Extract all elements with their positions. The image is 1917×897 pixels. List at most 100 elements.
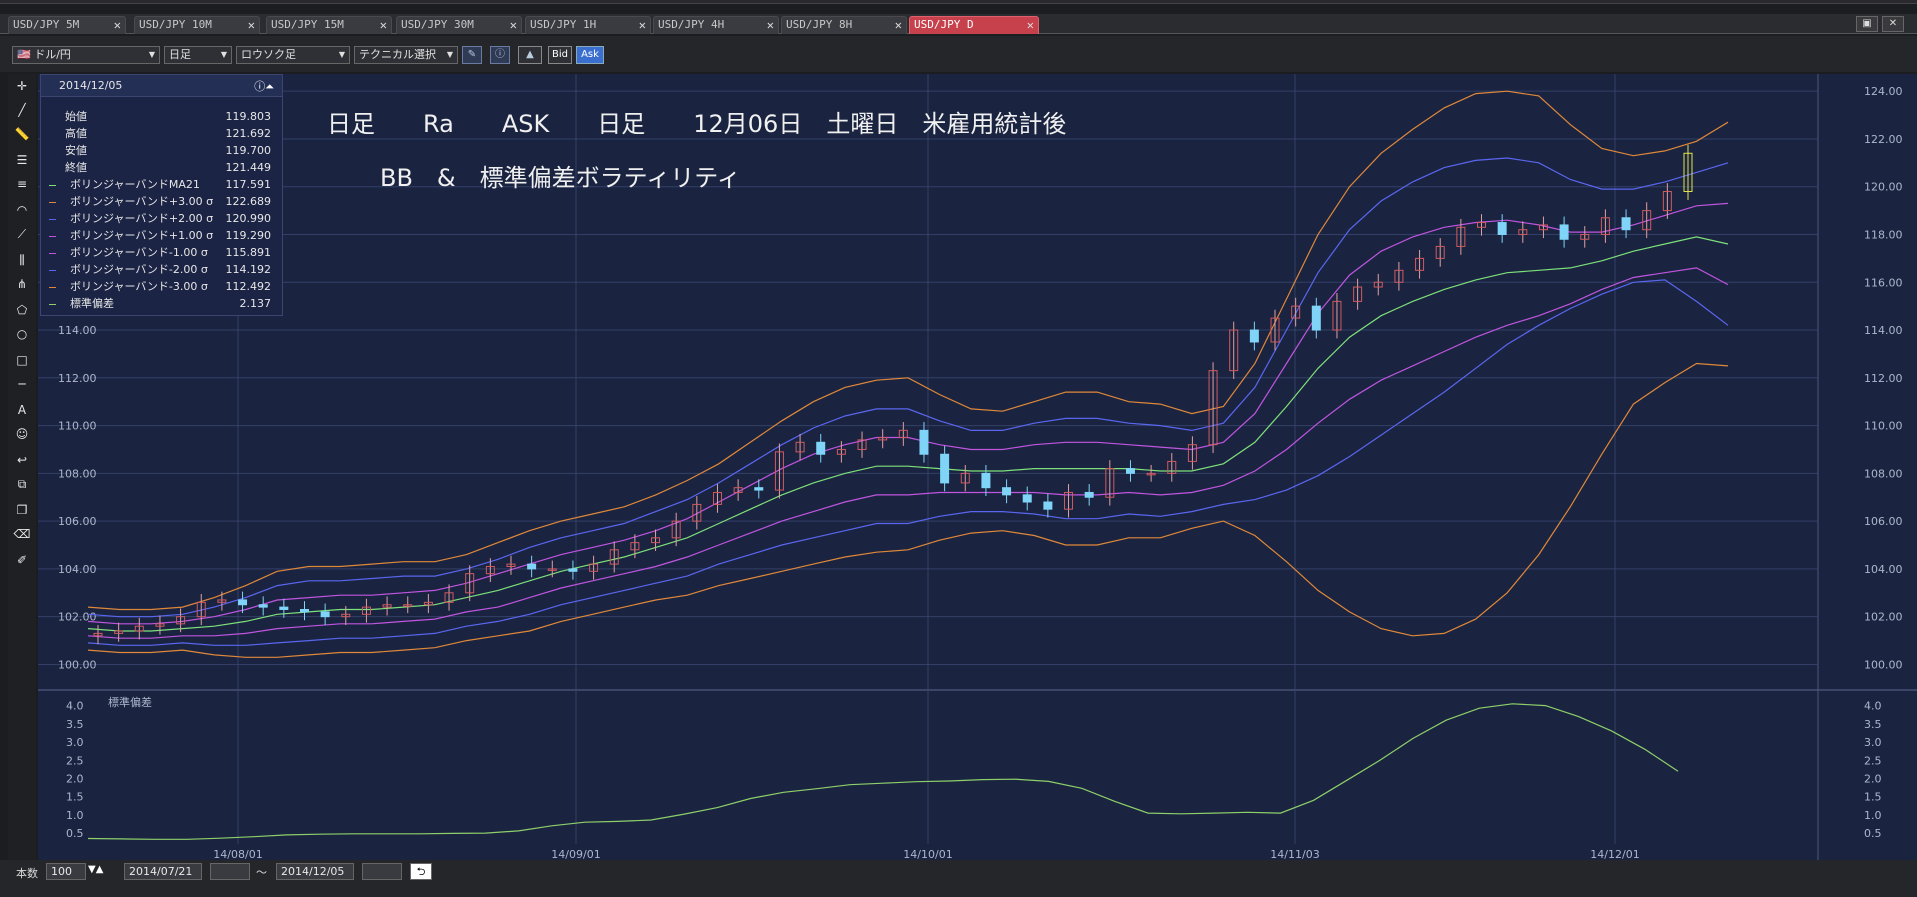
x-tick-label: 14/09/01 [551,848,600,860]
info-row-value: 112.492 [225,280,272,293]
close-icon[interactable]: ✕ [510,17,517,33]
tab-5m[interactable]: USD/JPY 5M ✕ [8,16,126,34]
chart-shape-icon[interactable]: ▲ [518,46,542,64]
tab-1h[interactable]: USD/JPY 1H ✕ [525,16,651,34]
channel-icon[interactable]: ≡ [11,174,33,194]
pen-icon[interactable]: ✎ [462,46,482,64]
info-row-value: 121.449 [225,161,272,174]
info-box-header: 2014/12/05 ⓘ⏶ [41,75,282,97]
range-tilde: ～ [256,866,267,879]
vlines-icon[interactable]: ⫼ [11,250,33,270]
pitchfork-icon[interactable]: ⋔ [11,274,33,294]
annotation-title: 日足 Ra ASK 日足 12月06日 土曜日 米雇用統計後 [327,110,1067,138]
stddev-y-tick: 3.0 [1864,736,1882,749]
smiley-icon[interactable]: ☺ [11,424,33,444]
close-icon[interactable]: ✕ [1027,17,1034,33]
bottom-bar: 本数 100 ▼▲ 2014/07/21 ～ 2014/12/05 ⮌ [0,860,1917,897]
pentagon-icon[interactable]: ⬠ [11,300,33,320]
candle [279,606,289,611]
info-toggle-icon[interactable]: ⓘ⏶ [254,78,274,94]
text-icon[interactable]: A [11,400,33,420]
info-date: 2014/12/05 [59,79,123,92]
period-select[interactable]: 日足 ▼ [164,46,232,64]
y-tick-label-left: 110.00 [58,420,97,433]
refresh-icon[interactable]: ⮌ [410,863,432,880]
stddev-y-tick: 2.5 [1864,754,1882,767]
close-window-icon[interactable]: ✕ [1882,16,1904,32]
top-strip [0,0,1917,4]
x-tick-label: 14/11/03 [1270,848,1319,860]
stddev-y-tick: 0.5 [1864,827,1882,840]
info-icon[interactable]: ⓘ [490,46,510,64]
y-tick-label: 122.00 [1864,133,1903,146]
close-icon[interactable]: ✕ [639,17,646,33]
info-row: ボリンジャーバンド+2.00 σ 120.990 [49,211,275,226]
stddev-line [87,703,1679,840]
info-row-value: 120.990 [225,212,272,225]
stddev-y-tick: 1.5 [1864,791,1882,804]
info-row-value: 114.192 [225,263,272,276]
info-row: ボリンジャーバンド+3.00 σ 122.689 [49,194,275,209]
y-tick-label: 114.00 [1864,324,1903,337]
y-tick-label-left: 108.00 [58,467,97,480]
tab-30m[interactable]: USD/JPY 30M ✕ [396,16,522,34]
from-date-input[interactable]: 2014/07/21 [124,863,202,880]
info-row-label: 高値 [65,127,87,140]
info-row-value: 117.591 [225,178,272,191]
candle [919,429,929,455]
hline-icon[interactable]: ☰ [11,150,33,170]
copy-icon[interactable]: ⧉ [11,474,33,494]
y-tick-label: 116.00 [1864,276,1903,289]
bid-button[interactable]: Bid [548,46,572,64]
candle [1621,217,1631,231]
rectangle-icon[interactable]: □ [11,350,33,370]
from-time-input[interactable] [210,863,250,880]
chart-svg[interactable]: 124.00 122.00 120.00 118.00 116.00 114.00 112.… [38,74,1917,860]
pair-select[interactable]: 🇺🇸 ドル/円 ▼ [12,46,160,64]
close-icon[interactable]: ✕ [114,17,121,33]
stddev-y-tick-left: 0.5 [66,827,84,840]
info-row-value: 2.137 [239,297,272,310]
fan-icon[interactable]: ⟋ [11,224,33,244]
undo-icon[interactable]: ↩ [11,450,33,470]
info-row-value: 119.290 [225,229,272,242]
eraser-all-icon[interactable]: ✐ [11,550,33,570]
tab-4h[interactable]: USD/JPY 4H ✕ [653,16,779,34]
candle [238,599,248,606]
chart-type-select[interactable]: ロウソク足 ▼ [236,46,350,64]
count-input[interactable]: 100 [46,863,86,880]
tab-8h[interactable]: USD/JPY 8H ✕ [781,16,907,34]
close-icon[interactable]: ✕ [380,17,387,33]
circle-icon[interactable]: ○ [11,324,33,344]
band-minus3 [87,362,1729,658]
eraser-icon[interactable]: ⌫ [11,524,33,544]
line-tool-icon[interactable]: ─ [11,374,33,394]
tab-10m[interactable]: USD/JPY 10M ✕ [134,16,260,34]
info-row-value: 121.692 [225,127,272,140]
close-icon[interactable]: ✕ [895,17,902,33]
line-icon[interactable]: ╱ [11,100,33,120]
maximize-icon[interactable]: ▣ [1856,16,1878,32]
info-row-value: 122.689 [225,195,272,208]
chart-area[interactable]: 124.00 122.00 120.00 118.00 116.00 114.00 112.… [38,74,1917,860]
tab-15m[interactable]: USD/JPY 15M ✕ [266,16,392,34]
info-row-label: 標準偏差 [70,297,114,310]
ruler-icon[interactable]: 📏 [11,124,33,144]
to-date-input[interactable]: 2014/12/05 [276,863,354,880]
y-tick-label: 112.00 [1864,372,1903,385]
band-minus1 [87,267,1729,639]
crosshair-icon[interactable]: ✛ [11,76,33,96]
ask-button[interactable]: Ask [576,46,604,64]
tab-d[interactable]: USD/JPY D ✕ [909,16,1039,34]
close-icon[interactable]: ✕ [767,17,774,33]
close-icon[interactable]: ✕ [248,17,255,33]
to-time-input[interactable] [362,863,402,880]
technical-select[interactable]: テクニカル選択 ▼ [354,46,458,64]
candle [1311,305,1321,331]
layers-icon[interactable]: ❐ [11,500,33,520]
x-tick-label: 14/10/01 [903,848,952,860]
tab-bar: USD/JPY 5M ✕ USD/JPY 10M ✕ USD/JPY 15M ✕ US… [0,14,1917,34]
candle [1002,487,1012,496]
count-stepper-icon[interactable]: ▼▲ [88,864,103,875]
fibo-arc-icon[interactable]: ◠ [11,200,33,220]
